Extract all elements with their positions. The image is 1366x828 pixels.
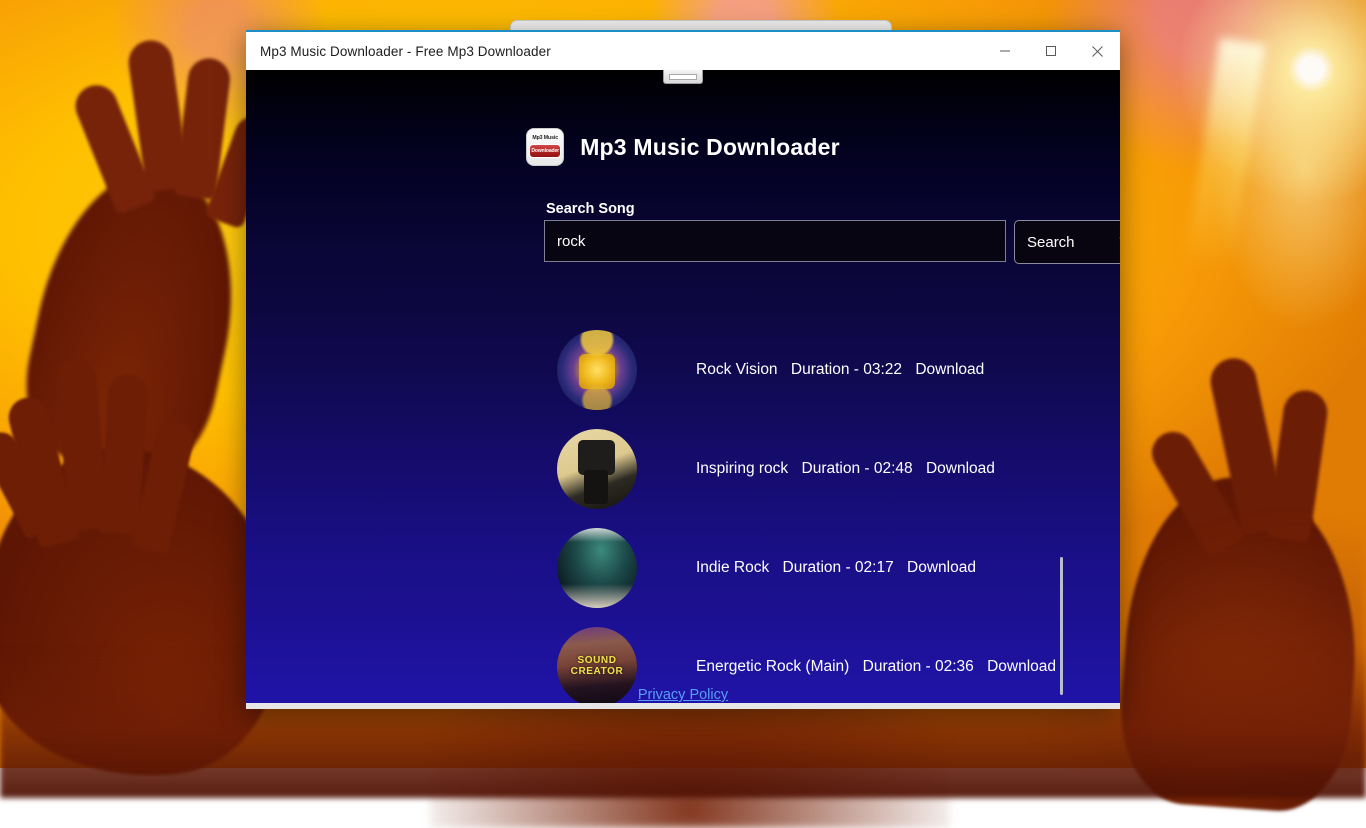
indie-rock-artwork (557, 528, 637, 608)
song-duration: Duration - 02:17 (783, 559, 894, 576)
title-bar[interactable]: Mp3 Music Downloader - Free Mp3 Download… (246, 32, 1120, 70)
download-link[interactable]: Download (915, 361, 984, 378)
song-title: Rock Vision (696, 361, 778, 378)
rock-vision-artwork (557, 330, 637, 410)
app-content: Mp3 Music Downloader Mp3 Music Downloade… (246, 70, 1120, 709)
scrollbar-thumb[interactable] (1060, 557, 1063, 695)
privacy-policy-link[interactable]: Privacy Policy (638, 687, 728, 703)
search-row: Search Search (544, 220, 1120, 264)
result-row-text: Rock Vision Duration - 03:22 Download (696, 361, 984, 379)
results-scrollbar[interactable] (1060, 557, 1063, 695)
minimize-button[interactable] (982, 32, 1028, 70)
result-row-text: Indie Rock Duration - 02:17 Download (696, 559, 976, 577)
song-thumbnail (557, 330, 637, 410)
result-row[interactable]: Inspiring rock Duration - 02:48 Download (246, 419, 1120, 518)
search-song-label: Search Song (546, 201, 635, 217)
song-thumbnail (557, 528, 637, 608)
search-type-dropdown[interactable]: Search (1014, 220, 1120, 264)
logo-top-text: Mp3 Music (532, 136, 558, 141)
close-button[interactable] (1074, 32, 1120, 70)
song-title: Indie Rock (696, 559, 769, 576)
download-link[interactable]: Download (987, 658, 1056, 675)
result-row[interactable]: Rock Vision Duration - 03:22 Download (246, 320, 1120, 419)
window-title: Mp3 Music Downloader - Free Mp3 Download… (260, 44, 551, 59)
chevron-down-icon (1119, 233, 1120, 251)
inspiring-rock-artwork (557, 429, 637, 509)
search-input[interactable] (544, 220, 1006, 262)
song-duration: Duration - 03:22 (791, 361, 902, 378)
app-title: Mp3 Music Downloader (580, 134, 840, 161)
maximize-button[interactable] (1028, 32, 1074, 70)
song-duration: Duration - 02:48 (802, 460, 913, 477)
artwork-text-line2: CREATOR (571, 667, 624, 678)
artwork-text-line1: SOUND (577, 656, 616, 667)
song-title: Inspiring rock (696, 460, 788, 477)
search-type-value: Search (1027, 234, 1075, 251)
download-link[interactable]: Download (926, 460, 995, 477)
app-window: Mp3 Music Downloader - Free Mp3 Download… (246, 30, 1120, 709)
logo-pill-text: Downloader (529, 144, 561, 158)
song-duration: Duration - 02:36 (863, 658, 974, 675)
download-link[interactable]: Download (907, 559, 976, 576)
window-drag-handle[interactable] (663, 70, 703, 84)
song-title: Energetic Rock (Main) (696, 658, 849, 675)
window-controls (982, 32, 1120, 70)
result-row-text: Energetic Rock (Main) Duration - 02:36 D… (696, 658, 1056, 676)
brand-header: Mp3 Music Downloader Mp3 Music Downloade… (246, 128, 1120, 166)
result-row-text: Inspiring rock Duration - 02:48 Download (696, 460, 995, 478)
stage-spotlight (1184, 38, 1265, 272)
window-bottom-chrome (246, 703, 1120, 709)
app-logo-icon: Mp3 Music Downloader (526, 128, 564, 166)
results-list: Rock Vision Duration - 03:22 Download In… (246, 320, 1120, 709)
song-thumbnail (557, 429, 637, 509)
footer: Privacy Policy (246, 686, 1120, 704)
result-row[interactable]: Indie Rock Duration - 02:17 Download (246, 518, 1120, 617)
